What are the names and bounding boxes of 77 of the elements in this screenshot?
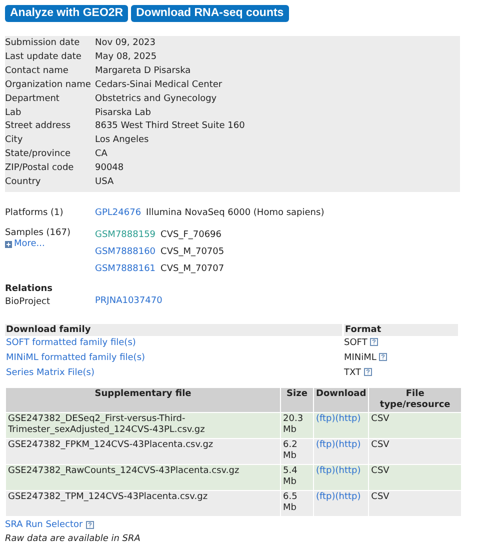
file-cell: GSE247382_FPKM_124CVS-43Placenta.csv.gz: [6, 438, 280, 464]
field-label: Last update date: [5, 50, 82, 64]
sample-link[interactable]: GSM7888160: [95, 244, 156, 261]
sample-title: CVS_M_70705: [160, 246, 224, 259]
column-header: File type/resource: [369, 388, 461, 412]
size-cell: 5.4 Mb: [281, 464, 313, 490]
section-heading: Relations: [5, 282, 54, 296]
field-value: Cedars-Sinai Medical Center: [95, 78, 224, 92]
type-cell: CSV: [369, 490, 461, 516]
field-label: State/province: [5, 148, 72, 162]
field-label: Country: [5, 176, 42, 190]
download-link[interactable]: (ftp): [316, 466, 336, 476]
download-link[interactable]: Series Matrix File(s): [6, 368, 95, 378]
field-label: Lab: [5, 106, 22, 120]
type-cell: CSV: [369, 412, 461, 438]
column-header: Size: [281, 388, 313, 412]
sample-title: CVS_M_70707: [160, 262, 224, 276]
size-cell: 6.5 Mb: [281, 490, 313, 516]
download-link[interactable]: MINiML formatted family file(s): [6, 353, 146, 364]
download-link[interactable]: (http): [335, 440, 361, 450]
action-button[interactable]: Download RNA-seq counts: [131, 5, 289, 22]
field-value: USA: [95, 176, 115, 190]
field-label: Samples (167): [5, 226, 72, 239]
column-header: Supplementary file: [6, 388, 280, 412]
download-link[interactable]: SOFT formatted family file(s): [6, 338, 136, 348]
download-link[interactable]: (ftp): [316, 492, 336, 502]
field-label: Street address: [5, 120, 72, 134]
format-text: MINiML: [344, 352, 376, 363]
type-cell: CSV: [369, 464, 461, 490]
field-label: BioProject: [5, 296, 51, 309]
field-label: Platforms (1): [5, 206, 64, 220]
field-label: Organization name: [5, 78, 92, 92]
field-value: Pisarska Lab: [95, 106, 152, 120]
sample-link[interactable]: GSM7888159: [95, 226, 156, 244]
field-value: 90048: [95, 162, 125, 176]
column-header: Download family: [5, 324, 343, 336]
download-link[interactable]: (ftp): [316, 414, 336, 424]
column-header: Download: [314, 388, 368, 412]
format-text: SOFT: [344, 338, 368, 348]
field-label: Submission date: [5, 37, 81, 50]
sample-link[interactable]: GSM7888161: [95, 260, 156, 278]
platform-title: Illumina NovaSeq 6000 (Homo sapiens): [146, 206, 324, 220]
field-value: CA: [95, 148, 108, 162]
field-value: Margareta D Pisarska: [95, 64, 192, 78]
help-icon[interactable]: [364, 368, 372, 376]
expand-icon: [5, 240, 12, 248]
sra-link[interactable]: SRA Run Selector: [5, 520, 83, 530]
column-header: Format: [343, 324, 459, 336]
field-value: May 08, 2025: [95, 50, 158, 64]
field-value: Los Angeles: [95, 134, 150, 148]
field-value: Obstetrics and Gynecology: [95, 92, 218, 106]
field-label: Department: [5, 92, 60, 106]
size-cell: 6.2 Mb: [281, 438, 313, 464]
bioproject-link[interactable]: PRJNA1037470: [95, 296, 465, 306]
file-cell: GSE247382_RawCounts_124CVS-43Placenta.csv.gz: [6, 464, 280, 490]
field-label: Contact name: [5, 64, 70, 78]
help-icon[interactable]: [86, 520, 94, 528]
field-label: City: [5, 134, 24, 148]
format-text: TXT: [344, 368, 362, 378]
sample-title: CVS_F_70696: [160, 228, 222, 242]
size-cell: 20.3 Mb: [281, 412, 313, 438]
note-text: Raw data are available in SRA: [5, 534, 142, 544]
file-cell: GSE247382_TPM_124CVS-43Placenta.csv.gz: [6, 490, 280, 516]
download-link[interactable]: (http): [335, 466, 361, 476]
type-cell: CSV: [369, 438, 461, 464]
field-label: ZIP/Postal code: [5, 162, 75, 176]
action-button[interactable]: Analyze with GEO2R: [5, 5, 128, 22]
download-link[interactable]: (http): [335, 492, 361, 502]
download-link[interactable]: (http): [335, 414, 361, 424]
field-value: Nov 09, 2023: [95, 37, 157, 50]
help-icon[interactable]: [379, 352, 388, 361]
platform-link[interactable]: GPL24676: [95, 206, 142, 221]
file-cell: GSE247382_DESeq2_First-versus-Third-Trimester_sexAdjusted_124CVS-43PL.csv.gz: [6, 412, 280, 438]
help-icon[interactable]: [370, 338, 378, 346]
more-link[interactable]: More...: [5, 238, 95, 250]
field-value: 8635 West Third Street Suite 160: [95, 120, 246, 134]
download-link[interactable]: (ftp): [316, 440, 336, 450]
